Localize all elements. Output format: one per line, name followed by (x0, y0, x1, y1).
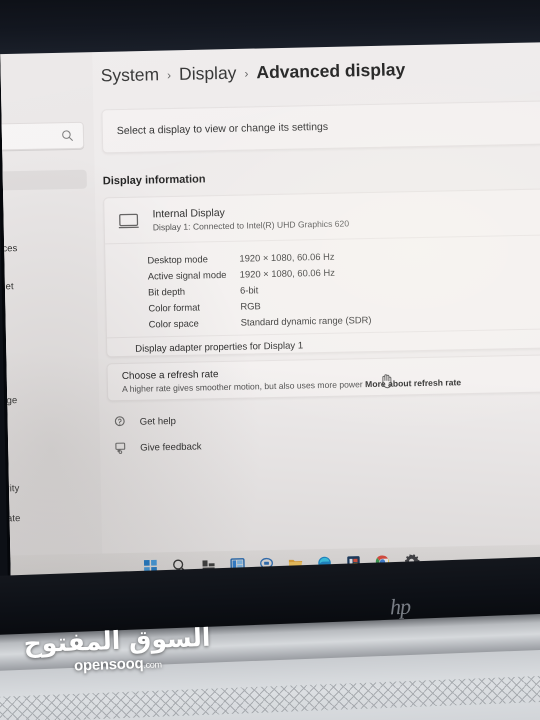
row-label: Bit depth (147, 285, 186, 298)
display-information-heading: Display information (102, 173, 206, 188)
monitor-icon (118, 213, 139, 229)
page-title: Advanced display (256, 59, 406, 83)
settings-sidebar: ices rnet age urity date (0, 41, 103, 584)
display-information-card: Internal Display Display 1: Connected to… (103, 188, 540, 362)
get-help-link[interactable]: Get help (114, 413, 202, 429)
row-value: 1920 × 1080, 60.06 Hz (239, 266, 335, 280)
laptop-photo: ices rnet age urity date System › Displa… (0, 0, 540, 720)
device-detail: Display 1: Connected to Intel(R) UHD Gra… (152, 218, 350, 233)
help-icon (114, 416, 125, 427)
search-icon (62, 130, 73, 141)
row-label: Active signal mode (147, 268, 227, 282)
give-feedback-label: Give feedback (140, 440, 202, 454)
sidebar-item-selected[interactable] (0, 169, 87, 192)
give-feedback-link[interactable]: Give feedback (114, 439, 202, 455)
mouse-cursor (382, 374, 392, 389)
row-value: 1920 × 1080, 60.06 Hz (239, 250, 335, 264)
breadcrumb-system[interactable]: System (101, 64, 160, 86)
sidebar-item-devices[interactable]: ices (0, 243, 18, 254)
sidebar-item-internet[interactable]: rnet (0, 281, 14, 292)
footer-links: Get help Give feedback (114, 413, 202, 467)
row-label: Color format (148, 301, 201, 314)
refresh-rate-card: Choose a refresh rate A higher rate give… (106, 354, 540, 402)
settings-content: System › Display › Advanced display Sele… (92, 32, 540, 582)
breadcrumb-display[interactable]: Display (179, 63, 237, 85)
row-value: Standard dynamic range (SDR) (240, 313, 372, 328)
row-label: Desktop mode (147, 252, 208, 266)
refresh-rate-description: A higher rate gives smoother motion, but… (121, 379, 363, 395)
search-input[interactable] (0, 121, 85, 152)
row-value: RGB (240, 299, 261, 312)
hp-logo: hp (389, 593, 411, 620)
row-label: Color space (148, 317, 199, 330)
breadcrumb-separator-1: › (166, 67, 172, 83)
settings-window: ices rnet age urity date System › Displa… (0, 32, 540, 584)
laptop-screen: ices rnet age urity date System › Displa… (0, 32, 540, 584)
speaker-grille (0, 674, 540, 720)
more-about-refresh-rate-link[interactable]: More about refresh rate (365, 377, 461, 389)
select-display-text: Select a display to view or change its s… (116, 120, 329, 138)
row-value: 6-bit (239, 283, 259, 296)
get-help-label: Get help (139, 415, 177, 428)
display-info-table: Desktop mode 1920 × 1080, 60.06 Hz Activ… (105, 235, 540, 332)
select-display-card: Select a display to view or change its s… (101, 100, 540, 154)
breadcrumb: System › Display › Advanced display (101, 59, 406, 86)
breadcrumb-separator-2: › (244, 66, 249, 81)
feedback-icon (115, 442, 126, 454)
